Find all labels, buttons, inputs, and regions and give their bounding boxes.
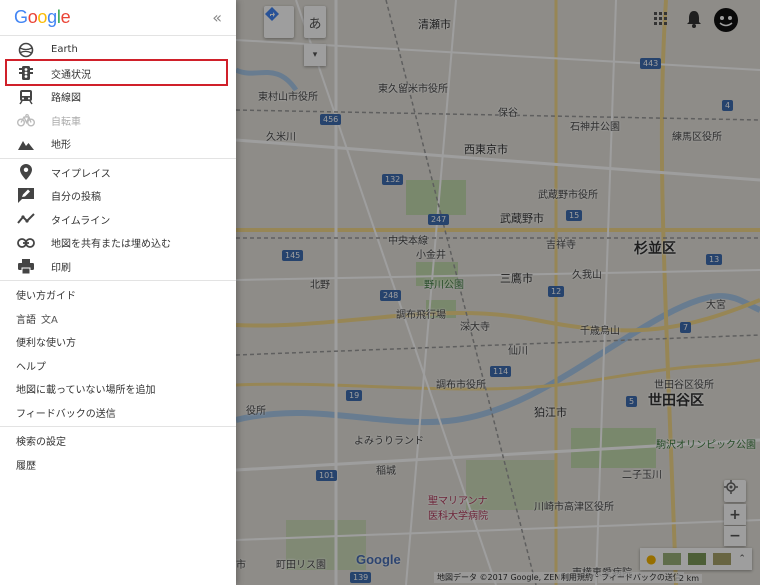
personal-section: マイプレイス 自分の投稿 タイムライン 地図を共有または埋め込む 印刷 — [0, 159, 236, 281]
link-icon — [16, 235, 36, 251]
timeline-icon — [16, 211, 36, 227]
double-chevron-left-icon[interactable]: « — [212, 8, 222, 27]
globe-icon — [16, 42, 36, 58]
menu-item-label: 言語 — [16, 314, 36, 326]
menu-item-label: 路線図 — [51, 93, 81, 105]
side-menu-header: Google « — [0, 0, 236, 36]
menu-item-my-places[interactable]: マイプレイス — [0, 161, 236, 185]
menu-item-add-missing-place[interactable]: 地図に載っていない場所を追加 — [0, 377, 236, 401]
menu-item-terrain[interactable]: 地形 — [0, 132, 236, 156]
menu-item-help[interactable]: ヘルプ — [0, 354, 236, 378]
menu-item-search-settings[interactable]: 検索の設定 — [0, 429, 236, 453]
menu-item-label: 自転車 — [51, 116, 81, 128]
menu-item-tips[interactable]: 便利な使い方 — [0, 330, 236, 354]
menu-item-bicycle[interactable]: 自転車 — [0, 109, 236, 133]
translate-icon: 文A — [41, 314, 58, 326]
terrain-icon — [16, 136, 36, 152]
menu-item-language[interactable]: 言語 文A — [0, 307, 236, 331]
menu-item-print[interactable]: 印刷 — [0, 255, 236, 279]
printer-icon — [16, 258, 36, 274]
traffic-light-icon — [16, 65, 36, 81]
help-section: 使い方ガイド 言語 文A 便利な使い方 ヘルプ 地図に載っていない場所を追加 フ… — [0, 281, 236, 427]
menu-item-history[interactable]: 履歴 — [0, 453, 236, 477]
google-logo: Google — [14, 7, 71, 27]
menu-item-label: 地図を共有または埋め込む — [51, 239, 171, 251]
side-menu: Google « Earth 交通状況 路線図 自転車 地形 マイプレイス 自分… — [0, 0, 236, 585]
settings-section: 検索の設定 履歴 — [0, 427, 236, 478]
menu-item-label: Earth — [51, 44, 78, 56]
menu-item-label: マイプレイス — [51, 168, 111, 180]
pin-icon — [16, 164, 36, 181]
menu-item-my-contributions[interactable]: 自分の投稿 — [0, 184, 236, 208]
bicycle-icon — [16, 112, 36, 128]
menu-item-transit[interactable]: 路線図 — [0, 85, 236, 109]
menu-item-traffic[interactable]: 交通状況 — [0, 62, 236, 86]
menu-item-label: 自分の投稿 — [51, 192, 101, 204]
edit-icon — [16, 188, 36, 204]
map-dim-overlay[interactable] — [236, 0, 760, 585]
menu-item-label: タイムライン — [51, 215, 111, 227]
train-icon — [16, 89, 36, 105]
menu-item-send-feedback[interactable]: フィードバックの送信 — [0, 401, 236, 425]
menu-item-earth[interactable]: Earth — [0, 38, 236, 62]
menu-item-label: 地形 — [51, 140, 71, 152]
menu-item-share-embed[interactable]: 地図を共有または埋め込む — [0, 231, 236, 255]
menu-item-label: 交通状況 — [51, 69, 91, 81]
menu-item-guide[interactable]: 使い方ガイド — [0, 283, 236, 307]
layers-section: Earth 交通状況 路線図 自転車 地形 — [0, 36, 236, 159]
menu-item-label: 印刷 — [51, 262, 71, 274]
menu-item-timeline[interactable]: タイムライン — [0, 208, 236, 232]
